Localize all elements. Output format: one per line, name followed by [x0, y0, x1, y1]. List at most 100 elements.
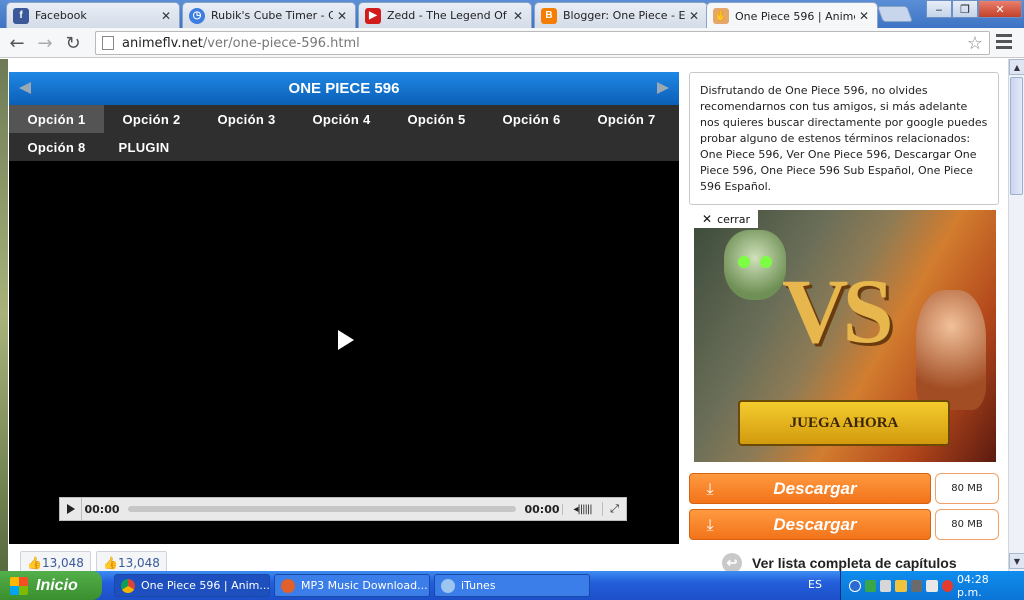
option-1[interactable]: Opción 1: [9, 105, 104, 133]
tab-blogger[interactable]: B Blogger: One Piece - Edit ✕: [534, 2, 708, 28]
fullscreen-icon[interactable]: ⤢: [602, 502, 626, 516]
scroll-thumb[interactable]: [1010, 77, 1023, 195]
return-arrow-icon: ↩: [722, 553, 742, 571]
update-icon[interactable]: [926, 579, 938, 592]
background-strip: [0, 59, 8, 571]
url-host: animeflv.net: [122, 35, 203, 51]
like-button[interactable]: 👍 13,048: [20, 551, 91, 571]
browser-toolbar: ← → ↻ animeflv.net /ver/one-piece-596.ht…: [0, 28, 1024, 58]
web-page: ONE PIECE 596 Opción 1 Opción 2 Opción 3…: [0, 59, 1008, 571]
tab-close-icon[interactable]: ✕: [513, 9, 525, 23]
animeflv-icon: ✋: [713, 8, 729, 24]
windows-taskbar: Inicio One Piece 596 | Anim... MP3 Music…: [0, 571, 1024, 600]
tab-animeflv[interactable]: ✋ One Piece 596 | AnimeFL ✕: [706, 2, 878, 29]
start-label: Inicio: [36, 576, 78, 594]
device-icon[interactable]: [879, 579, 892, 592]
player-controls: 00:00 00:00 ◂|||||| ⤢: [59, 497, 627, 521]
tab-title: Zedd - The Legend Of Ze: [387, 9, 509, 22]
heroine-figure: [916, 290, 986, 410]
reload-icon[interactable]: ↻: [62, 32, 84, 54]
back-arrow-icon[interactable]: ←: [6, 32, 28, 54]
option-6[interactable]: Opción 6: [484, 105, 579, 133]
close-ad-button[interactable]: ✕ cerrar: [694, 210, 758, 228]
episode-description: Disfrutando de One Piece 596, no olvides…: [689, 72, 999, 205]
minimize-button[interactable]: ‒: [926, 0, 952, 18]
tab-facebook[interactable]: f Facebook ✕: [6, 2, 180, 28]
option-8[interactable]: Opción 8: [9, 133, 104, 161]
chrome-icon: [121, 578, 135, 593]
volume-icon[interactable]: ◂||||||: [562, 503, 602, 515]
volume-tray-icon[interactable]: [895, 579, 907, 592]
system-tray: 04:28 p.m.: [840, 571, 1024, 600]
option-4[interactable]: Opción 4: [294, 105, 389, 133]
facebook-icon: f: [13, 7, 29, 24]
address-bar[interactable]: animeflv.net /ver/one-piece-596.html ☆: [95, 31, 990, 55]
option-2[interactable]: Opción 2: [104, 105, 199, 133]
download-button[interactable]: ⤓ Descargar: [689, 509, 931, 540]
download-button[interactable]: ⤓ Descargar: [689, 473, 931, 504]
like-button[interactable]: 👍 13,048: [96, 551, 167, 571]
like-count: 13,048: [117, 556, 160, 570]
game-advertisement[interactable]: VS JUEGA AHORA ✕ cerrar: [694, 210, 996, 462]
total-time: 00:00: [524, 502, 560, 516]
video-screen[interactable]: 00:00 00:00 ◂|||||| ⤢: [9, 161, 679, 544]
episode-list-label: Ver lista completa de capítulos: [752, 555, 957, 571]
tab-youtube[interactable]: ▶ Zedd - The Legend Of Ze ✕: [358, 2, 532, 28]
mp3-app-icon: [281, 578, 295, 593]
server-options: Opción 1 Opción 2 Opción 3 Opción 4 Opci…: [9, 105, 679, 161]
new-tab-button[interactable]: [877, 6, 913, 22]
antivirus-icon[interactable]: [941, 579, 954, 592]
tab-title: Rubik's Cube Timer - Cub: [211, 9, 333, 22]
option-3[interactable]: Opción 3: [199, 105, 294, 133]
tab-close-icon[interactable]: ✕: [689, 9, 701, 23]
system-clock[interactable]: 04:28 p.m.: [957, 573, 1014, 599]
task-label: MP3 Music Download...: [301, 579, 428, 592]
download-label: Descargar: [773, 514, 857, 534]
forward-arrow-icon[interactable]: →: [34, 32, 56, 54]
shield-icon[interactable]: [910, 579, 923, 592]
skull-eye: [738, 256, 750, 268]
restore-button[interactable]: ❐: [952, 0, 978, 18]
like-count: 13,048: [41, 556, 84, 570]
page-icon: [102, 36, 114, 50]
download-icon: ⤓: [706, 478, 714, 498]
close-icon: ✕: [702, 212, 713, 226]
video-player: ONE PIECE 596 Opción 1 Opción 2 Opción 3…: [9, 72, 679, 544]
thumbs-up-icon: 👍: [27, 556, 42, 570]
bookmark-star-icon[interactable]: ☆: [967, 33, 983, 54]
previous-episode-icon[interactable]: [19, 82, 31, 94]
tab-close-icon[interactable]: ✕: [161, 9, 173, 23]
itunes-icon: [441, 578, 455, 593]
option-5[interactable]: Opción 5: [389, 105, 484, 133]
episode-title: ONE PIECE 596: [288, 80, 400, 97]
seek-bar[interactable]: [128, 506, 516, 512]
option-plugin[interactable]: PLUGIN: [104, 133, 184, 161]
taskbar-item-mp3[interactable]: MP3 Music Download...: [274, 574, 430, 597]
taskbar-item-chrome[interactable]: One Piece 596 | Anim...: [114, 574, 270, 597]
episode-list-link[interactable]: ↩ Ver lista completa de capítulos: [722, 553, 957, 571]
play-now-button[interactable]: JUEGA AHORA: [738, 400, 950, 446]
timer-icon: ◷: [189, 7, 205, 24]
scroll-down-icon[interactable]: ▼: [1009, 553, 1024, 569]
task-label: iTunes: [461, 579, 496, 592]
play-icon[interactable]: [338, 330, 354, 350]
tray-expand-icon[interactable]: [849, 579, 861, 592]
next-episode-icon[interactable]: [657, 82, 669, 94]
tab-close-icon[interactable]: ✕: [859, 9, 871, 23]
language-indicator[interactable]: ES: [808, 578, 822, 591]
network-icon[interactable]: [864, 579, 876, 592]
option-7[interactable]: Opción 7: [579, 105, 674, 133]
task-label: One Piece 596 | Anim...: [141, 579, 270, 592]
close-window-button[interactable]: ✕: [978, 0, 1022, 18]
tab-rubiks-timer[interactable]: ◷ Rubik's Cube Timer - Cub ✕: [182, 2, 356, 28]
page-scrollbar[interactable]: ▲ ▼: [1008, 59, 1024, 571]
start-button[interactable]: Inicio: [0, 571, 102, 600]
scroll-up-icon[interactable]: ▲: [1009, 59, 1024, 75]
chrome-menu-icon[interactable]: [996, 34, 1012, 50]
player-header: ONE PIECE 596: [9, 72, 679, 105]
skull-eye: [760, 256, 772, 268]
download-label: Descargar: [773, 478, 857, 498]
control-play-button[interactable]: [60, 498, 82, 520]
taskbar-item-itunes[interactable]: iTunes: [434, 574, 590, 597]
tab-close-icon[interactable]: ✕: [337, 9, 349, 23]
